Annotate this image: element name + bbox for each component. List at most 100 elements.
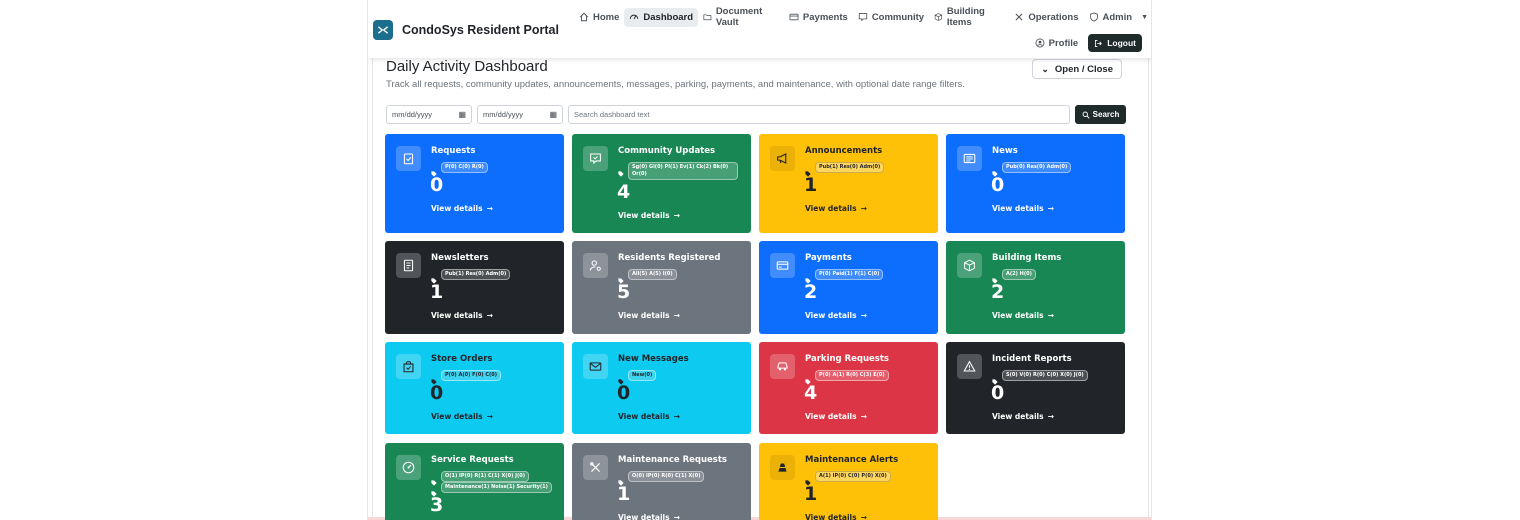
arrow-right-icon: → — [860, 311, 867, 320]
nav-payments[interactable]: Payments — [784, 8, 853, 27]
view-details-link[interactable]: View details → — [992, 311, 1054, 320]
view-details-link[interactable]: View details → — [431, 204, 493, 213]
logout-label: Logout — [1107, 38, 1136, 48]
arrow-right-icon: → — [673, 412, 680, 421]
status-badge: Pub(1) Res(0) Adm(0) — [815, 162, 885, 173]
card-store-orders[interactable]: Store Orders P(0) A(0) F(0) C(0) 0 View det… — [385, 342, 564, 434]
brand-name: CondoSys Resident Portal — [402, 23, 559, 37]
card-title: Service Requests — [431, 455, 514, 465]
view-details-label: View details — [805, 204, 857, 213]
view-details-label: View details — [805, 513, 857, 520]
status-badge: O(0) IP(0) R(0) C(1) X(0) — [628, 471, 705, 482]
arrow-right-icon: → — [860, 204, 867, 213]
card-maintenance-requests[interactable]: Maintenance Requests O(0) IP(0) R(0) C(1)… — [572, 443, 751, 520]
card-title: Community Updates — [618, 146, 716, 156]
view-details-link[interactable]: View details → — [431, 311, 493, 320]
profile-link[interactable]: Profile — [1031, 35, 1083, 52]
card-payments[interactable]: Payments P(0) Paid(1) F(1) C(0) 2 View deta… — [759, 241, 938, 334]
card-building-items[interactable]: Building Items A(2) H(0) 2 View details → — [946, 241, 1125, 334]
card-community-updates[interactable]: Community Updates Sg(0) Gl(0) Pl(1) Ev(1)… — [572, 134, 751, 233]
view-details-label: View details — [431, 204, 483, 213]
card-tag-row: O(0) IP(0) R(0) C(1) X(0) — [618, 471, 705, 490]
card-announcements[interactable]: Announcements Pub(1) Res(0) Adm(0) 1 View d… — [759, 134, 938, 233]
arrow-right-icon: → — [486, 412, 493, 421]
card-count: 0 — [991, 174, 1005, 196]
nav-building-items[interactable]: Building Items — [929, 2, 1009, 32]
search-input[interactable]: Search dashboard text — [568, 105, 1070, 124]
card-incident-reports[interactable]: Incident Reports S(0) V(0) R(0) C(0) X(0)… — [946, 342, 1125, 434]
arrow-right-icon: → — [673, 211, 680, 220]
status-badge: Pub(0) Res(0) Adm(0) — [1002, 162, 1072, 173]
search-button[interactable]: Search — [1075, 105, 1126, 124]
clipboard-check-icon — [396, 146, 421, 171]
credit-card-icon — [789, 13, 799, 21]
status-badge: All(5) A(5) I(0) — [628, 269, 677, 280]
view-details-label: View details — [618, 311, 670, 320]
card-title: Requests — [431, 146, 476, 156]
nav-document-vault-label: Document Vault — [715, 6, 763, 28]
arrow-right-icon: → — [860, 412, 867, 421]
card-parking-requests[interactable]: Parking Requests P(0) A(1) R(0) C(3) E(0)… — [759, 342, 938, 434]
chevron-down-icon: ▼ — [1141, 13, 1148, 21]
card-tag-row: A(1) IP(0) C(0) P(0) X(0) — [805, 471, 891, 490]
card-title: News — [992, 146, 1018, 156]
nav-home[interactable]: Home — [574, 8, 624, 27]
card-tag-row: Maintenance(1) Noise(1) Security(1) — [431, 482, 552, 501]
nav-payments-label: Payments — [802, 11, 848, 23]
shield-icon — [1089, 12, 1098, 22]
nav-document-vault[interactable]: Document Vault — [698, 2, 784, 32]
view-details-link[interactable]: View details → — [618, 412, 680, 421]
view-details-link[interactable]: View details → — [805, 311, 867, 320]
car-icon — [770, 354, 795, 379]
arrow-right-icon: → — [486, 204, 493, 213]
view-details-link[interactable]: View details → — [805, 204, 867, 213]
nav-community[interactable]: Community — [853, 8, 929, 27]
brand[interactable]: CondoSys Resident Portal — [373, 20, 559, 40]
open-close-label: Open / Close — [1054, 63, 1113, 75]
view-details-link[interactable]: View details → — [992, 412, 1054, 421]
card-newsletters[interactable]: Newsletters Pub(1) Res(0) Adm(0) 1 View det… — [385, 241, 564, 334]
view-details-link[interactable]: View details → — [805, 412, 867, 421]
box-icon — [957, 253, 982, 278]
card-tag-row: P(0) A(1) R(0) C(3) E(0) — [805, 370, 889, 389]
card-title: Residents Registered — [618, 253, 721, 263]
view-details-label: View details — [992, 204, 1044, 213]
card-count: 0 — [430, 174, 444, 196]
card-new-messages[interactable]: New Messages New(0) 0 View details → — [572, 342, 751, 434]
card-count: 1 — [430, 281, 444, 303]
home-icon — [579, 12, 589, 22]
card-residents-registered[interactable]: Residents Registered All(5) A(5) I(0) 5 Vie… — [572, 241, 751, 334]
view-details-link[interactable]: View details → — [618, 513, 680, 520]
card-news[interactable]: News Pub(0) Res(0) Adm(0) 0 View details → — [946, 134, 1125, 233]
start-date-input[interactable]: mm/dd/yyyy ▦ — [386, 105, 472, 124]
view-details-link[interactable]: View details → — [805, 513, 867, 520]
end-date-input[interactable]: mm/dd/yyyy ▦ — [477, 105, 563, 124]
open-close-button[interactable]: ⌄ Open / Close — [1032, 59, 1122, 79]
view-details-link[interactable]: View details → — [618, 211, 680, 220]
logout-button[interactable]: Logout — [1088, 34, 1142, 52]
card-title: Payments — [805, 253, 852, 263]
view-details-link[interactable]: View details → — [992, 204, 1054, 213]
nav-operations[interactable]: Operations — [1009, 8, 1083, 27]
calendar-icon[interactable]: ▦ — [458, 110, 466, 119]
card-requests[interactable]: Requests P(0) C(0) R(0) 0 View details → — [385, 134, 564, 233]
card-maintenance-alerts[interactable]: Maintenance Alerts A(1) IP(0) C(0) P(0) X… — [759, 443, 938, 520]
calendar-icon[interactable]: ▦ — [549, 110, 557, 119]
nav-building-items-label: Building Items — [946, 6, 985, 28]
view-details-link[interactable]: View details → — [431, 412, 493, 421]
card-tag-row: Sg(0) Gl(0) Pl(1) Ev(1) Ck(2) Bk(0) Or(0… — [618, 162, 738, 181]
nav-dashboard[interactable]: Dashboard — [624, 7, 699, 27]
view-details-link[interactable]: View details → — [618, 311, 680, 320]
view-details-label: View details — [992, 311, 1044, 320]
megaphone-icon — [770, 146, 795, 171]
nav-admin[interactable]: Admin ▼ — [1084, 8, 1152, 27]
cone-icon — [770, 455, 795, 480]
speedometer-icon — [396, 455, 421, 480]
view-details-label: View details — [805, 412, 857, 421]
search-placeholder: Search dashboard text — [574, 110, 650, 119]
chat-icon — [858, 13, 867, 22]
chevron-down-icon: ⌄ — [1041, 63, 1049, 74]
card-service-requests[interactable]: Service Requests O(1) IP(0) R(1) C(1) X(0… — [385, 443, 564, 520]
card-count: 5 — [617, 281, 631, 303]
nav-home-label: Home — [593, 11, 620, 23]
